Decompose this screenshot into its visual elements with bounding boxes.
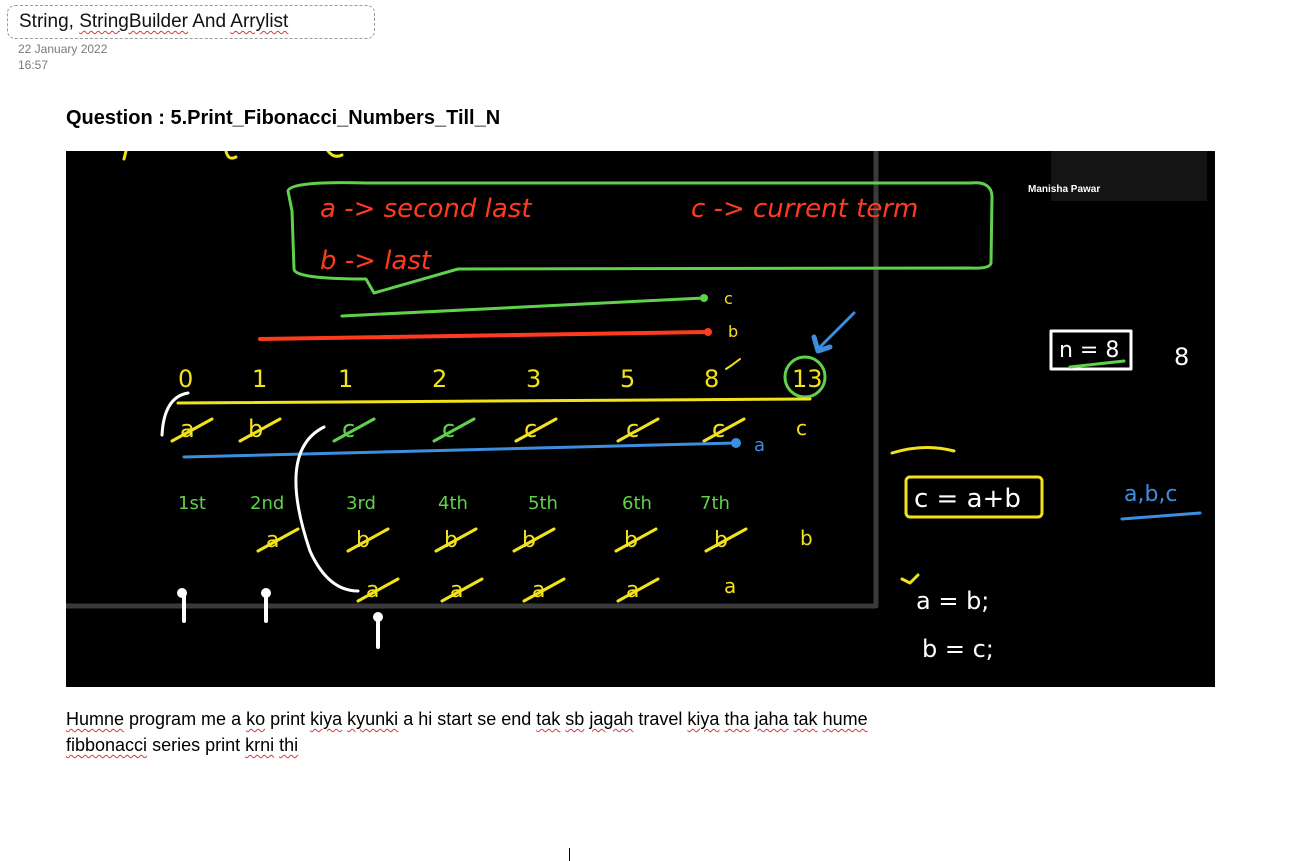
definition-c: c -> current term — [691, 194, 918, 224]
definition-b: b -> last — [320, 246, 432, 276]
note-word: kyunki — [347, 709, 399, 729]
note-word: sb — [565, 709, 585, 729]
assign-b: b = c; — [922, 635, 994, 663]
label-a-blue: a — [754, 435, 765, 456]
label-c: c — [724, 289, 733, 308]
ordinal-label: 4th — [438, 493, 468, 514]
page-title-box[interactable]: String, StringBuilder And Arrylist — [7, 5, 375, 39]
ordinal-label: 1st — [178, 493, 206, 514]
note-word: fibbonacci — [66, 735, 148, 755]
top-scribbles — [122, 151, 344, 161]
title-part-arrylist: Arrylist — [230, 11, 289, 32]
note-word: tha — [724, 709, 750, 729]
red-line-dot — [704, 328, 712, 336]
note-word: hume — [822, 709, 868, 729]
note-word: print — [265, 709, 311, 729]
whiteboard-drawing: a -> second last c -> current term b -> … — [66, 151, 1202, 663]
row-b-letters: abbbbb — [256, 527, 748, 553]
n-box-text: n = 8 — [1059, 338, 1119, 363]
fib-number: 8 — [704, 365, 719, 393]
note-word: jaha — [754, 709, 789, 729]
text-cursor — [569, 848, 570, 861]
note-word: tak — [793, 709, 818, 729]
yellow-underline — [176, 397, 812, 405]
note-word: Humne — [66, 709, 125, 729]
ordinal-label: 2nd — [250, 493, 284, 514]
title-part-stringbuilder: StringBuilder — [79, 11, 188, 32]
row-b-end: b — [800, 526, 813, 550]
fib-number: 1 — [338, 365, 353, 393]
row-c-end: c — [796, 416, 807, 440]
note-word: a hi start se end — [398, 709, 537, 729]
note-word: krni — [245, 735, 275, 755]
ordinal-label: 5th — [528, 493, 558, 514]
label-b: b — [728, 322, 738, 341]
ordinal-label: 3rd — [346, 493, 376, 514]
note-word: travel — [633, 709, 688, 729]
note-word: program me a — [124, 709, 247, 729]
ordinal-label: 7th — [700, 493, 730, 514]
vars-label: a,b,c — [1124, 482, 1178, 507]
fib-number: 0 — [178, 365, 193, 393]
assign-a: a = b; — [916, 587, 989, 615]
green-line-c — [340, 296, 706, 318]
page-date: 22 January 2022 — [18, 42, 108, 56]
vars-underline — [1120, 511, 1202, 521]
note-word: series print — [147, 735, 246, 755]
check-mark — [890, 446, 956, 455]
note-word: jagah — [589, 709, 634, 729]
fib-number: 5 — [620, 365, 635, 393]
row-c-letters: abccccc — [170, 415, 746, 443]
blue-line-dot — [731, 438, 741, 448]
n-value: 8 — [1174, 343, 1189, 371]
note-word: kiya — [310, 709, 343, 729]
title-part-and: And — [187, 11, 231, 32]
tick-8 — [725, 358, 741, 370]
red-line-b — [258, 330, 710, 341]
fib-number: 2 — [432, 365, 447, 393]
page-time: 16:57 — [18, 58, 49, 72]
title-part-1: String, — [19, 11, 80, 32]
note-word: thi — [279, 735, 299, 755]
fib-number: 1 — [252, 365, 267, 393]
whiteboard-screenshot: Manisha Pawar a -> second last c -> curr… — [66, 151, 1215, 687]
note-word: ko — [246, 709, 266, 729]
blue-line-a — [182, 441, 738, 459]
white-pointers — [182, 589, 380, 649]
fib-number: 3 — [526, 365, 541, 393]
assign-check — [900, 573, 920, 585]
row-a-end: a — [724, 574, 736, 598]
blue-arrow — [818, 311, 856, 349]
ordinals-row: 1st 2nd 3rd 4th 5th 6th 7th — [178, 493, 730, 514]
ordinal-label: 6th — [622, 493, 652, 514]
note-word: kiya — [687, 709, 720, 729]
green-line-dot — [700, 294, 708, 302]
question-heading: Question : 5.Print_Fibonacci_Numbers_Til… — [66, 107, 501, 129]
row-a-letters: aaaa — [356, 577, 660, 603]
definition-a: a -> second last — [320, 194, 532, 224]
note-word: tak — [536, 709, 561, 729]
note-text: Humne program me a ko print kiya kyunki … — [66, 706, 966, 758]
fib-number: 13 — [792, 365, 823, 393]
formula: c = a+b — [914, 484, 1021, 514]
